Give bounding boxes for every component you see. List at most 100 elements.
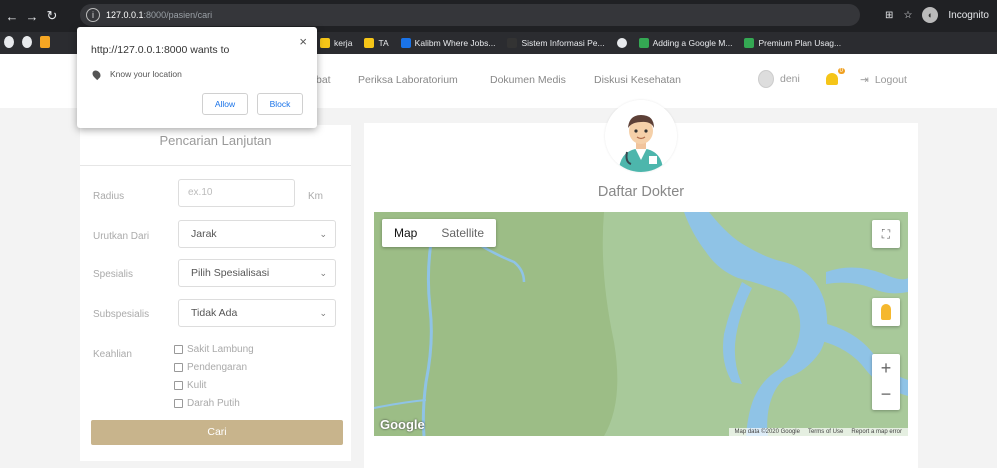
fullscreen-icon: ⛶ bbox=[881, 227, 891, 241]
bookmark-label: Sistem Informasi Pe... bbox=[521, 38, 605, 48]
bookmark-item[interactable]: kerja bbox=[320, 38, 352, 48]
sort-value: Jarak bbox=[191, 228, 217, 240]
location-permission-popup: http://127.0.0.1:8000 wants to × Know yo… bbox=[77, 27, 317, 128]
map-type-toggle: Map Satellite bbox=[382, 219, 497, 247]
subspecialist-label: Subspesialis bbox=[93, 309, 150, 320]
report-error-link[interactable]: Report a map error bbox=[851, 429, 902, 435]
checkbox-label: Darah Putih bbox=[187, 398, 240, 409]
bookmark-item[interactable] bbox=[616, 38, 627, 48]
doctor-list-title: Daftar Dokter bbox=[597, 184, 685, 200]
nav-link-partial[interactable]: bat bbox=[316, 74, 331, 86]
bookmark-item[interactable]: Premium Plan Usag... bbox=[744, 38, 841, 48]
browser-actions: ⊞ ☆ ◐ Incognito bbox=[885, 7, 989, 23]
bookmark-label: kerja bbox=[334, 38, 353, 48]
doctor-illustration bbox=[605, 100, 677, 172]
radius-unit: Km bbox=[308, 191, 323, 202]
url-host: 127.0.0.1 bbox=[106, 10, 144, 20]
forward-icon[interactable]: → bbox=[24, 9, 40, 24]
map-attribution: Map data ©2020 Google Terms of Use Repor… bbox=[728, 428, 908, 436]
bookmark-item[interactable]: TA bbox=[364, 38, 389, 48]
map-tab-satellite[interactable]: Satellite bbox=[429, 219, 496, 247]
chevron-down-icon: ⌄ bbox=[319, 229, 327, 239]
bookmark-label: Adding a Google M... bbox=[652, 38, 733, 48]
site-icon bbox=[744, 38, 755, 48]
checkbox[interactable] bbox=[174, 345, 183, 354]
close-icon[interactable]: × bbox=[299, 34, 307, 49]
expertise-checkbox[interactable]: Darah Putih bbox=[174, 398, 240, 409]
site-icon bbox=[507, 38, 518, 48]
advanced-search-card: Pencarian Lanjutan Radius ex.10 Km Urutk… bbox=[80, 125, 351, 461]
logout-link[interactable]: ⇥ Logout bbox=[860, 74, 907, 86]
radius-label: Radius bbox=[93, 191, 125, 202]
checkbox-label: Kulit bbox=[187, 380, 207, 391]
globe-icon[interactable] bbox=[4, 36, 14, 48]
star-icon[interactable]: ☆ bbox=[903, 10, 912, 21]
incognito-icon[interactable]: ◐ bbox=[922, 7, 939, 23]
terms-link[interactable]: Terms of Use bbox=[808, 429, 843, 435]
pegman-icon bbox=[881, 304, 891, 320]
subspecialist-select[interactable]: Tidak Ada ⌄ bbox=[178, 299, 336, 327]
expertise-checkbox[interactable]: Pendengaran bbox=[174, 362, 247, 373]
map-data-credit: Map data ©2020 Google bbox=[734, 429, 800, 435]
street-view-button[interactable] bbox=[872, 298, 900, 326]
fullscreen-button[interactable]: ⛶ bbox=[872, 220, 900, 248]
sort-label: Urutkan Dari bbox=[93, 231, 150, 242]
folder-icon bbox=[364, 38, 375, 48]
bookmark-label: Kalibm Where Jobs... bbox=[414, 38, 496, 48]
popup-title: http://127.0.0.1:8000 wants to bbox=[91, 44, 230, 56]
nav-link-lab[interactable]: Periksa Laboratorium bbox=[358, 74, 458, 86]
subspecialist-value: Tidak Ada bbox=[191, 307, 238, 319]
allow-button[interactable]: Allow bbox=[202, 93, 248, 115]
logout-icon: ⇥ bbox=[860, 74, 869, 86]
map-tab-map[interactable]: Map bbox=[382, 219, 429, 247]
notifications[interactable]: 0 bbox=[826, 68, 845, 85]
reload-icon[interactable]: ↻ bbox=[44, 8, 60, 24]
site-icon bbox=[638, 38, 649, 48]
expertise-checkbox[interactable]: Kulit bbox=[174, 380, 206, 391]
zoom-in-button[interactable]: + bbox=[872, 354, 900, 382]
search-button[interactable]: Cari bbox=[91, 420, 343, 445]
nav-link-documents[interactable]: Dokumen Medis bbox=[490, 74, 566, 86]
specialist-value: Pilih Spesialisasi bbox=[191, 267, 270, 279]
checkbox[interactable] bbox=[174, 381, 183, 390]
back-icon[interactable]: ← bbox=[4, 9, 20, 24]
site-icon bbox=[400, 38, 411, 48]
globe-icon bbox=[616, 38, 627, 48]
expertise-label: Keahlian bbox=[93, 349, 132, 360]
site-info-icon[interactable]: i bbox=[86, 8, 100, 22]
search-title: Pencarian Lanjutan bbox=[159, 133, 272, 148]
url-path: :8000/pasien/cari bbox=[143, 10, 213, 20]
bookmark-icon[interactable] bbox=[40, 36, 50, 48]
radius-input[interactable]: ex.10 bbox=[178, 179, 295, 207]
google-map[interactable]: Map Satellite ⛶ + − Google Map data ©202… bbox=[374, 212, 908, 436]
expertise-checkbox[interactable]: Sakit Lambung bbox=[174, 344, 254, 355]
specialist-label: Spesialis bbox=[93, 269, 134, 280]
bookmark-item[interactable]: Kalibm Where Jobs... bbox=[400, 38, 496, 48]
divider bbox=[80, 165, 351, 166]
notif-badge: 0 bbox=[837, 68, 845, 74]
bookmark-item[interactable]: Adding a Google M... bbox=[638, 38, 733, 48]
user-menu[interactable]: deni bbox=[758, 70, 800, 88]
nav-link-discussion[interactable]: Diskusi Kesehatan bbox=[594, 74, 681, 86]
url-text: 127.0.0.1:8000/pasien/cari bbox=[106, 10, 212, 20]
google-logo: Google bbox=[380, 417, 425, 432]
checkbox-label: Sakit Lambung bbox=[187, 344, 254, 355]
location-request-text: Know your location bbox=[110, 69, 182, 79]
doctor-list-card: Daftar Dokter Map Satellite ⛶ + − Google… bbox=[364, 100, 918, 468]
address-bar[interactable]: i 127.0.0.1:8000/pasien/cari bbox=[80, 4, 860, 26]
bookmark-item[interactable]: Sistem Informasi Pe... bbox=[507, 38, 605, 48]
bookmark-label: Premium Plan Usag... bbox=[758, 38, 842, 48]
checkbox[interactable] bbox=[174, 363, 183, 372]
sort-select[interactable]: Jarak ⌄ bbox=[178, 220, 336, 248]
checkbox[interactable] bbox=[174, 399, 183, 408]
user-avatar-icon bbox=[758, 70, 774, 88]
specialist-select[interactable]: Pilih Spesialisasi ⌄ bbox=[178, 259, 336, 287]
block-button[interactable]: Block bbox=[257, 93, 303, 115]
doctor-avatar bbox=[605, 100, 677, 172]
bookmarks-left bbox=[4, 36, 50, 48]
bell-icon: 0 bbox=[826, 68, 845, 85]
chevron-down-icon: ⌄ bbox=[319, 268, 327, 278]
translate-icon[interactable]: ⊞ bbox=[885, 10, 893, 21]
globe-icon[interactable] bbox=[22, 36, 32, 48]
zoom-out-button[interactable]: − bbox=[872, 382, 900, 410]
